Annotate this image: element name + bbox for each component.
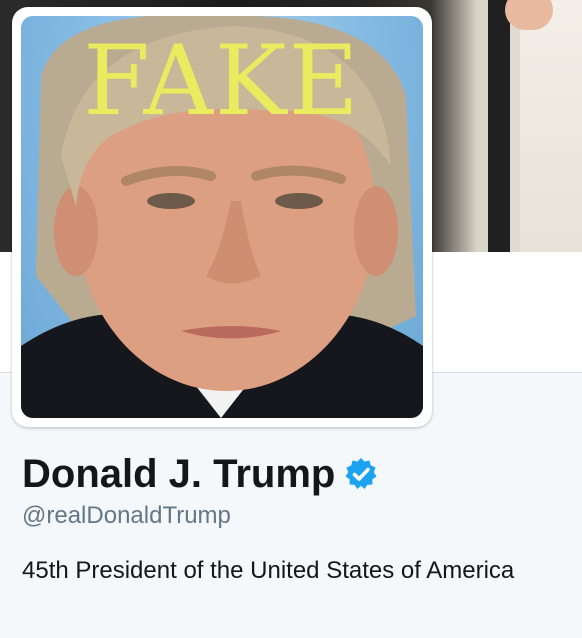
profile-info: Donald J. Trump @realDonaldTrump 45th Pr… <box>22 448 562 590</box>
verified-badge-icon <box>343 456 379 492</box>
profile-handle[interactable]: @realDonaldTrump <box>22 502 562 530</box>
banner-sleeve <box>520 0 582 252</box>
profile-name[interactable]: Donald J. Trump <box>22 452 335 497</box>
profile-avatar-frame[interactable]: FAKE <box>12 7 432 427</box>
avatar-fake-overlay: FAKE <box>83 25 361 137</box>
profile-avatar[interactable]: FAKE <box>21 16 423 418</box>
banner-pole <box>488 0 510 252</box>
profile-bio: 45th President of the United States of A… <box>22 557 515 584</box>
profile-name-row: Donald J. Trump <box>22 448 562 500</box>
